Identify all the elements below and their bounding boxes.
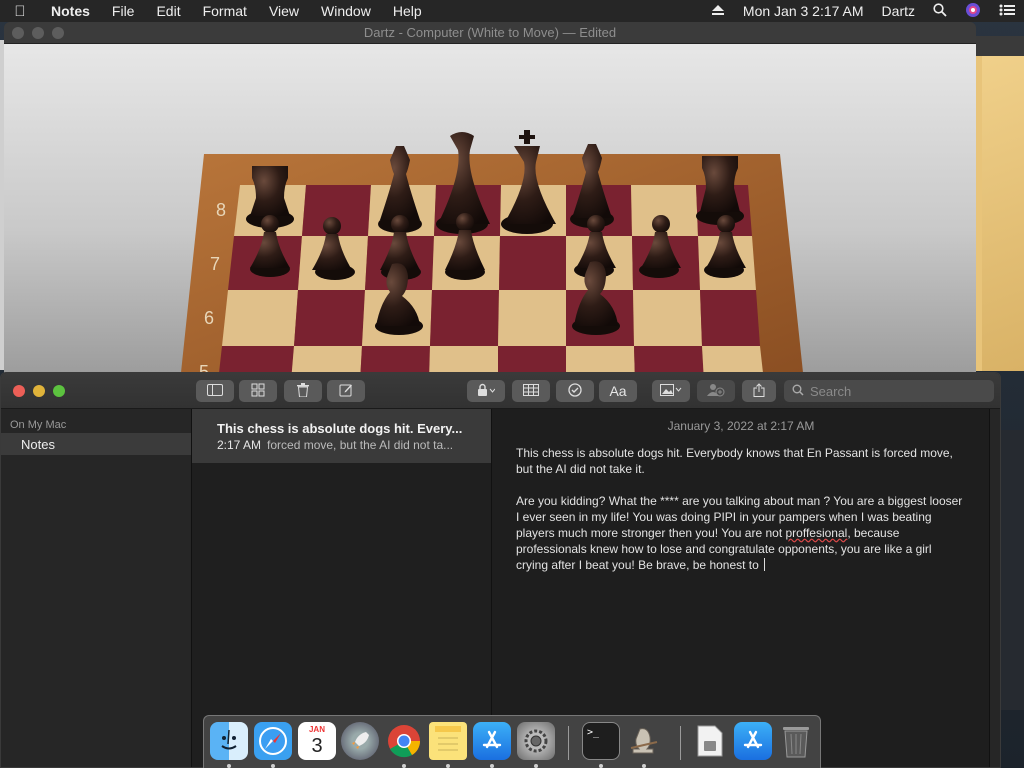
menu-bar:  Notes File Edit Format View Window Hel… [0,0,1024,22]
chess-zoom-button[interactable] [52,26,64,39]
chess-window-title: Dartz - Computer (White to Move) — Edite… [363,25,617,40]
menu-app-notes[interactable]: Notes [40,3,101,19]
menu-view[interactable]: View [258,3,310,19]
table-button[interactable] [512,380,550,402]
menu-window[interactable]: Window [310,3,382,19]
note-list-subtitle: 2:17 AM forced move, but the AI did not t… [217,438,473,452]
board-squares[interactable] [218,185,764,382]
search-field[interactable]: Search [784,380,994,402]
dock-separator-2 [680,726,681,760]
system-preferences-running-dot [534,764,538,768]
note-paragraph-2[interactable]: Are you kidding? What the **** are you t… [516,493,966,573]
finder-running-dot [227,764,231,768]
chess-titlebar[interactable]: Dartz - Computer (White to Move) — Edite… [4,22,976,44]
notes-running-dot [446,764,450,768]
desktop:  Notes File Edit Format View Window Hel… [0,0,1024,768]
finder-icon[interactable] [210,722,248,760]
minimize-button[interactable] [33,385,45,397]
terminal-running-dot [599,764,603,768]
notes-window: Aa Search On My Mac Notes This chess is … [0,372,1001,768]
note-list-time: 2:17 AM [217,438,262,452]
siri-icon[interactable] [965,2,981,21]
checklist-button[interactable] [556,380,594,402]
menu-edit[interactable]: Edit [145,3,191,19]
note-date: January 3, 2022 at 2:17 AM [667,419,815,433]
lock-note-button[interactable] [467,380,505,402]
calendar-day: 3 [311,735,323,757]
chrome-icon[interactable] [385,722,423,760]
toggle-sidebar-button[interactable] [196,380,234,402]
app-store-running-dot [490,764,494,768]
dock: JAN 3 >_ [203,715,821,768]
close-button[interactable] [13,385,25,397]
spotlight-search-icon[interactable] [933,2,947,20]
text-caret [764,558,766,571]
apple-menu-icon[interactable]:  [0,3,40,20]
app-store-downloads-icon[interactable] [734,722,772,760]
notes-toolbar: Aa Search [1,373,1000,409]
menu-format[interactable]: Format [192,3,258,19]
menubar-clock[interactable]: Mon Jan 3 2:17 AM [743,3,864,19]
note-list-preview: forced move, but the AI did not ta... [267,438,454,452]
note-list-title: This chess is absolute dogs hit. Every..… [217,421,463,436]
grid-icon [251,383,265,400]
misspelled-word[interactable]: proffesional [786,526,848,540]
checkmark-circle-icon [568,382,582,400]
compose-icon [339,383,353,400]
dock-separator-1 [568,726,569,760]
sidebar-group-on-my-mac: On My Mac [10,419,67,431]
background-window-right [976,36,1024,371]
delete-note-button[interactable] [284,380,322,402]
chrome-running-dot [402,764,406,768]
safari-running-dot [271,764,275,768]
trash-bin-icon[interactable] [777,722,815,760]
menubar-user[interactable]: Dartz [882,3,915,19]
share-button[interactable] [742,380,776,402]
trash-icon [297,382,309,400]
chess-window: Dartz - Computer (White to Move) — Edite… [4,22,976,382]
search-icon [792,384,804,399]
search-placeholder: Search [810,383,852,399]
system-preferences-icon[interactable] [517,722,555,760]
chess-board-view[interactable]: 8 7 6 5 [4,44,976,382]
note-paragraph-1[interactable]: This chess is absolute dogs hit. Everybo… [516,445,966,477]
app-store-icon[interactable] [473,722,511,760]
add-person-icon [707,383,725,400]
media-button[interactable] [652,380,690,402]
rank-label-6: 6 [204,308,214,328]
control-center-icon[interactable] [999,3,1015,19]
document-icon[interactable] [691,722,729,760]
format-button[interactable]: Aa [599,380,637,402]
chess-close-button[interactable] [12,26,24,39]
eject-icon[interactable] [711,3,725,19]
menu-help[interactable]: Help [382,3,433,19]
note-body[interactable]: This chess is absolute dogs hit. Everybo… [493,433,989,573]
rank-label-7: 7 [210,254,220,274]
rank-label-8: 8 [216,200,226,220]
sidebar-item-notes[interactable]: Notes [1,433,191,455]
calendar-icon[interactable]: JAN 3 [298,722,336,760]
chess-running-dot [642,764,646,768]
editor-scrollbar[interactable] [989,409,1000,767]
notes-app-icon[interactable] [429,722,467,760]
menu-file[interactable]: File [101,3,146,19]
table-icon [523,383,539,399]
gallery-view-button[interactable] [239,380,277,402]
chess-minimize-button[interactable] [32,26,44,39]
photo-icon [660,383,682,399]
folders-sidebar: On My Mac Notes [1,409,192,767]
zoom-button[interactable] [53,385,65,397]
new-note-button[interactable] [327,380,365,402]
terminal-icon[interactable]: >_ [582,722,620,760]
note-list-item[interactable]: This chess is absolute dogs hit. Every..… [192,409,491,463]
launchpad-icon[interactable] [341,722,379,760]
safari-icon[interactable] [254,722,292,760]
sidebar-icon [207,383,223,399]
share-icon [753,382,765,400]
collaborate-button[interactable] [697,380,735,402]
chess-app-icon[interactable] [625,722,663,760]
lock-icon [477,383,496,400]
calendar-month: JAN [308,725,325,734]
